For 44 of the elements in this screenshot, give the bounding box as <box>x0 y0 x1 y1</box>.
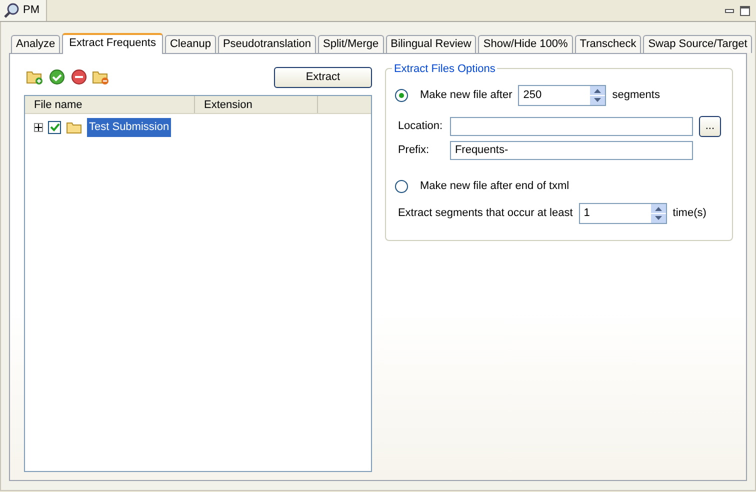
location-field[interactable] <box>450 117 693 136</box>
spin-up-icon[interactable] <box>650 204 666 212</box>
tree-item[interactable]: Test Submission <box>87 118 172 136</box>
tab[interactable]: Extract Frequents <box>62 33 163 54</box>
minimize-icon[interactable] <box>725 8 734 12</box>
tab[interactable]: Analyze <box>11 35 60 53</box>
option-label: Make new file after end of txml <box>420 179 570 194</box>
spin-up-icon[interactable] <box>590 86 606 95</box>
radio-button[interactable] <box>394 89 408 102</box>
group-title: Extract Files Options <box>392 61 498 78</box>
tab[interactable]: Pseudotranslation <box>218 35 316 53</box>
unit-label: segments <box>612 88 660 104</box>
checkbox[interactable] <box>48 120 61 134</box>
column-header[interactable]: Extension <box>195 96 318 113</box>
magnifier-icon <box>4 2 20 18</box>
remove-icon[interactable] <box>70 69 88 85</box>
tab[interactable]: Show/Hide 100% <box>478 35 573 53</box>
tab[interactable]: Transcheck <box>574 35 642 53</box>
check-icon[interactable] <box>48 69 66 85</box>
expand-icon[interactable] <box>34 122 43 132</box>
tab[interactable]: Split/Merge <box>318 35 384 53</box>
view-title: PM <box>23 3 40 18</box>
view-tab[interactable]: PM <box>0 0 46 21</box>
prefix-field[interactable]: Frequents- <box>450 141 693 160</box>
spin-down-icon[interactable] <box>590 96 606 105</box>
option-label: Make new file after <box>420 88 512 104</box>
spin-field[interactable]: 1 <box>578 202 667 224</box>
tab[interactable]: Bilingual Review <box>386 35 476 53</box>
tab[interactable]: Cleanup <box>164 35 216 53</box>
spin-down-icon[interactable] <box>650 214 666 222</box>
maximize-icon[interactable] <box>740 6 750 16</box>
field-label: Prefix: <box>396 143 430 158</box>
option-label: Extract segments that occur at least <box>396 206 573 221</box>
radio-button[interactable] <box>394 180 408 193</box>
add-folder-icon[interactable] <box>26 69 44 85</box>
extract-button[interactable]: Extract <box>274 66 372 88</box>
spin-field[interactable]: 250 <box>518 85 606 106</box>
remove-folder-icon[interactable] <box>92 69 110 85</box>
folder-icon <box>66 120 82 134</box>
field-label: Location: <box>396 119 444 134</box>
column-header[interactable]: File name <box>25 96 195 113</box>
unit-label: time(s) <box>672 206 706 221</box>
browse-button[interactable]: ... <box>698 116 721 137</box>
tab[interactable]: Swap Source/Target <box>643 35 752 53</box>
